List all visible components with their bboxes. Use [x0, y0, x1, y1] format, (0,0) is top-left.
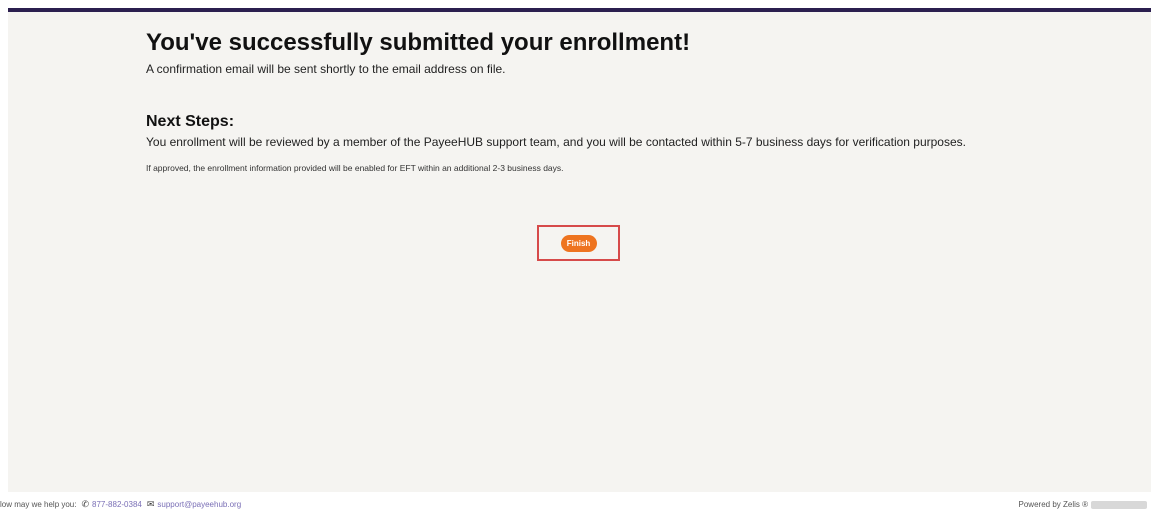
envelope-icon: ✉	[146, 499, 155, 509]
next-steps-body: You enrollment will be reviewed by a mem…	[146, 135, 966, 149]
finish-highlight-box: Finish	[537, 225, 620, 261]
next-steps-heading: Next Steps:	[146, 113, 235, 130]
powered-by-text: Powered by Zelis ®	[1018, 500, 1088, 509]
email-link[interactable]: support@payeehub.org	[157, 496, 241, 513]
approval-note: If approved, the enrollment information …	[146, 163, 564, 173]
help-label: low may we help you:	[0, 500, 77, 509]
confirmation-subtitle: A confirmation email will be sent shortl…	[146, 62, 506, 76]
footer-help: low may we help you: ✆ 877-882-0384 ✉ su…	[0, 496, 241, 513]
page-title: You've successfully submitted your enrol…	[146, 29, 691, 56]
phone-link[interactable]: 877-882-0384	[92, 496, 142, 513]
footer-powered-by: Powered by Zelis ®	[1019, 496, 1147, 513]
confirmation-section: You've successfully submitted your enrol…	[146, 28, 1006, 174]
finish-button[interactable]: Finish	[560, 234, 597, 252]
footer: low may we help you: ✆ 877-882-0384 ✉ su…	[0, 496, 1151, 513]
redacted-info	[1091, 500, 1147, 509]
page: You've successfully submitted your enrol…	[0, 0, 1151, 513]
content-panel: You've successfully submitted your enrol…	[8, 12, 1151, 492]
phone-icon: ✆	[81, 499, 90, 509]
